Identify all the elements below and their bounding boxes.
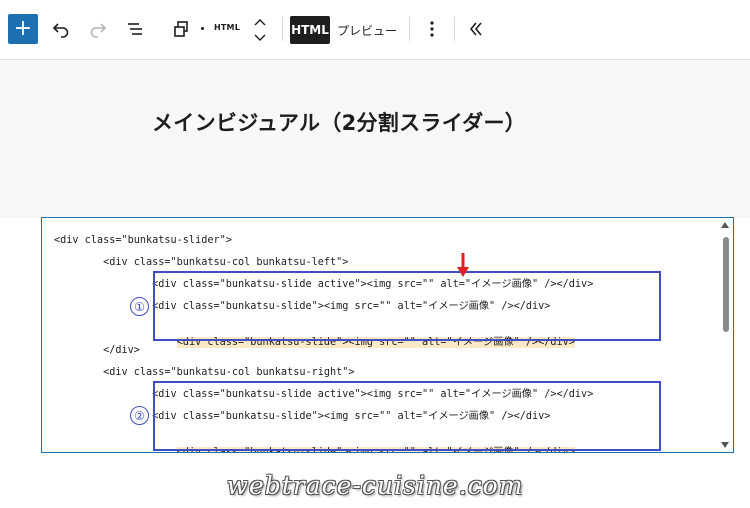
editor-toolbar: + HTML HTML プレビュー	[0, 0, 750, 60]
chevron-up-down-icon	[254, 19, 266, 41]
block-type-button[interactable]	[168, 16, 194, 42]
drag-handle-icon[interactable]	[201, 27, 204, 30]
redo-button[interactable]	[85, 16, 111, 42]
page-title[interactable]: メインビジュアル（2分割スライダー）	[152, 107, 526, 137]
code-line[interactable]: <div class="bunkatsu-slider">	[54, 234, 232, 248]
scroll-down-arrow-icon[interactable]	[721, 442, 729, 448]
more-vertical-icon	[430, 21, 434, 37]
annotation-marker-1: ①	[130, 297, 149, 316]
add-block-button[interactable]: +	[8, 14, 38, 44]
watermark: webtrace-cuisine.com	[226, 471, 524, 500]
toolbar-divider	[454, 17, 455, 41]
tab-preview[interactable]: プレビュー	[337, 22, 397, 39]
scrollbar-thumb[interactable]	[723, 237, 729, 332]
plus-icon: +	[13, 16, 33, 41]
list-view-icon	[128, 23, 142, 35]
toolbar-divider	[409, 17, 410, 41]
annotation-marker-2: ②	[130, 406, 149, 425]
toolbar-divider	[282, 17, 283, 41]
options-button[interactable]	[419, 16, 445, 42]
annotation-box-1	[153, 271, 661, 341]
undo-button[interactable]	[48, 16, 74, 42]
code-line[interactable]: <div class="bunkatsu-col bunkatsu-right"…	[54, 366, 354, 380]
tab-html[interactable]: HTML	[290, 16, 330, 44]
scroll-up-arrow-icon[interactable]	[721, 222, 729, 228]
document-overview-button[interactable]	[122, 16, 148, 42]
annotation-box-2	[153, 381, 661, 451]
copy-icon	[174, 21, 188, 37]
code-line[interactable]: <div class="bunkatsu-col bunkatsu-left">	[54, 256, 348, 270]
collapse-toolbar-button[interactable]	[463, 16, 489, 42]
redo-icon	[90, 23, 107, 38]
red-arrow-icon	[457, 253, 469, 277]
undo-icon	[52, 23, 69, 38]
chevron-double-left-icon	[469, 22, 482, 36]
code-line[interactable]: </div>	[54, 344, 140, 358]
html-block-label: HTML	[214, 23, 241, 32]
move-block-buttons[interactable]	[247, 15, 273, 45]
editor-canvas	[0, 60, 750, 218]
